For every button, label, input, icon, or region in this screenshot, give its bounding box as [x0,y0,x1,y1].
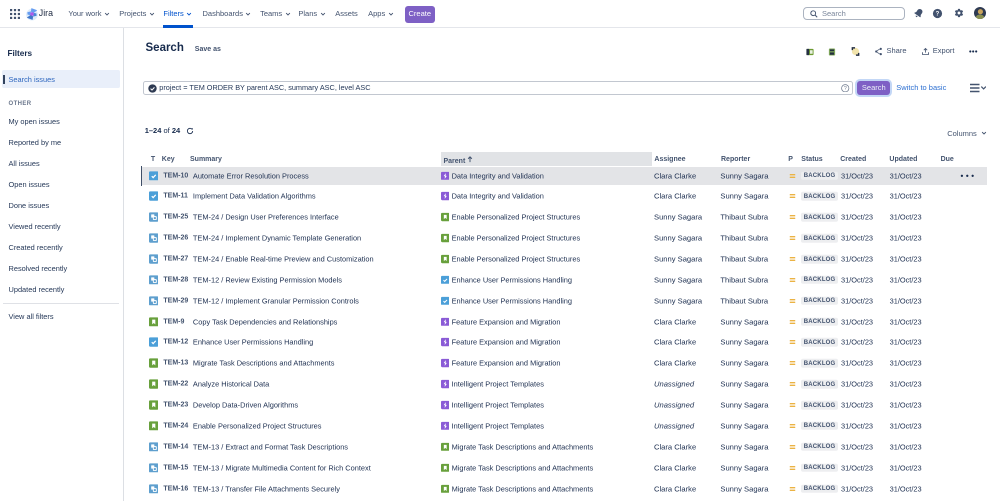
svg-text:?: ? [844,86,847,92]
svg-text:?: ? [936,11,940,17]
